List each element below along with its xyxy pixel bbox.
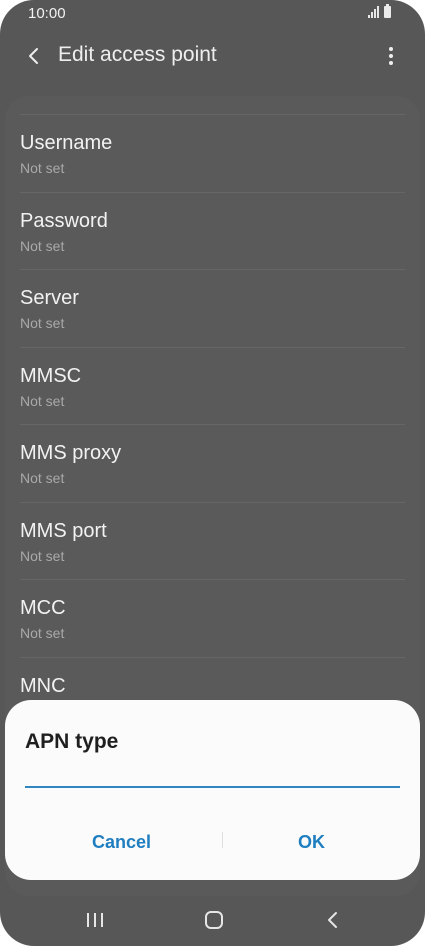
list-item-label: Server	[20, 287, 79, 309]
list-item-value: Not set	[20, 625, 65, 641]
list-item-label: Username	[20, 132, 113, 154]
status-icons	[368, 4, 391, 18]
ok-button[interactable]: OK	[209, 822, 414, 862]
list-item-label: MMS port	[20, 519, 107, 542]
apn-type-input[interactable]	[25, 758, 400, 788]
list-item-value: Not set	[20, 470, 65, 486]
list-item-label: MMS proxy	[20, 442, 122, 464]
list-item-label: MNC	[20, 674, 66, 697]
apn-type-dialog: APN type Cancel OK	[5, 700, 420, 880]
cancel-button[interactable]: Cancel	[19, 822, 224, 862]
recent-apps-icon[interactable]	[80, 908, 110, 932]
back-icon[interactable]	[318, 908, 348, 932]
list-item-mms-proxy[interactable]: MMS proxy Not set	[20, 424, 405, 502]
apn-settings-list: Username Not set Password Not set Server…	[20, 114, 405, 734]
dialog-title: APN type	[25, 730, 119, 753]
list-item-label: MCC	[20, 597, 66, 619]
status-time: 10:00	[28, 5, 66, 22]
list-item-label: Password	[20, 209, 108, 232]
back-arrow-icon[interactable]	[22, 44, 46, 68]
list-item-value: Not set	[20, 392, 65, 409]
page-title: Edit access point	[58, 43, 217, 66]
list-item-password[interactable]: Password Not set	[20, 191, 405, 270]
navigation-bar	[0, 896, 425, 946]
list-item-mcc[interactable]: MCC Not set	[20, 579, 405, 657]
list-item-label: MMSC	[20, 364, 82, 387]
signal-icon	[368, 6, 379, 18]
list-item-value: Not set	[20, 547, 65, 564]
status-bar: 10:00	[0, 0, 425, 28]
list-item-value: Not set	[20, 315, 65, 331]
battery-icon	[384, 4, 391, 18]
list-item-mms-port[interactable]: MMS port Not set	[20, 501, 405, 580]
phone-screen: 10:00 Edit access point Username Not set…	[0, 0, 425, 946]
list-item-server[interactable]: Server Not set	[20, 269, 405, 347]
list-item-mmsc[interactable]: MMSC Not set	[20, 346, 405, 425]
home-icon[interactable]	[199, 908, 229, 932]
list-item-username[interactable]: Username Not set	[20, 114, 405, 192]
list-item-value: Not set	[20, 237, 65, 254]
list-item-value: Not set	[20, 160, 65, 176]
more-vertical-icon[interactable]	[379, 44, 403, 68]
app-bar: Edit access point	[0, 28, 425, 88]
